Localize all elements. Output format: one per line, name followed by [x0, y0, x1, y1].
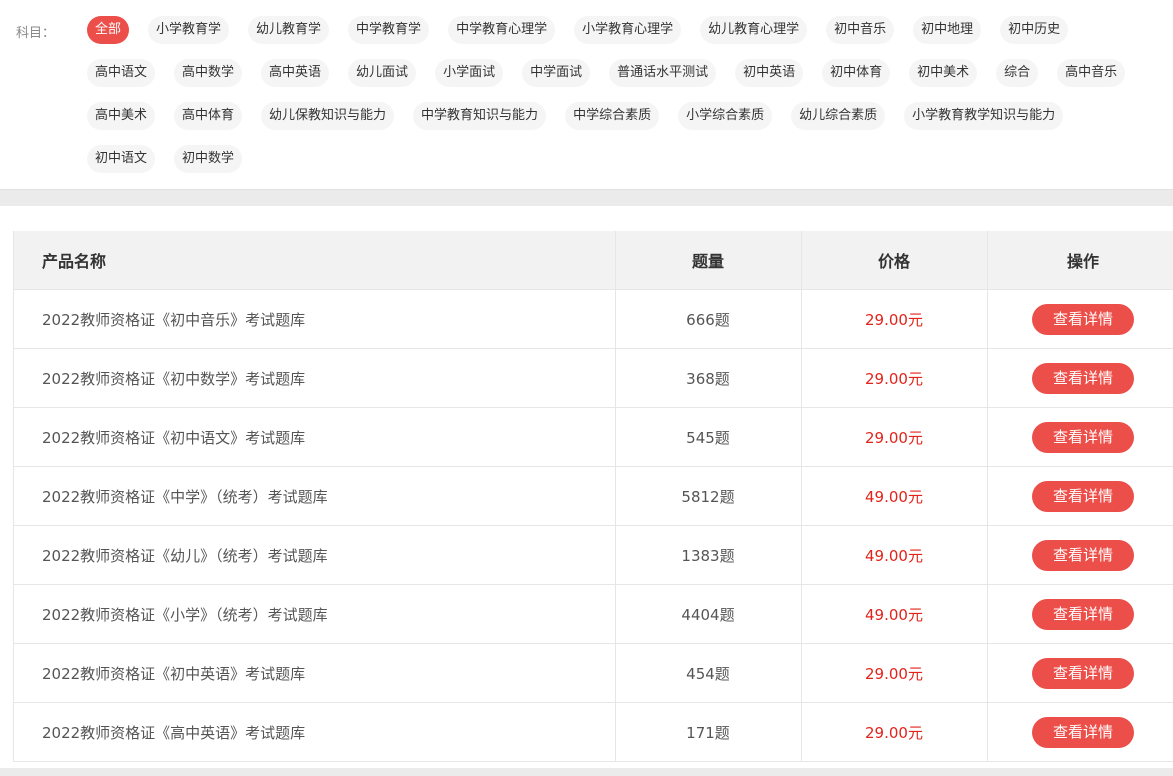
view-details-button[interactable]: 查看详情: [1032, 480, 1134, 512]
subject-tag[interactable]: 小学教育心理学: [574, 16, 682, 44]
action-cell: 查看详情: [987, 348, 1173, 408]
table-row: 2022教师资格证《初中英语》考试题库 454题 29.00元 查看详情: [14, 643, 1173, 703]
subject-tag[interactable]: 小学教育学: [148, 16, 230, 44]
subject-tag[interactable]: 幼儿教育心理学: [700, 16, 808, 44]
subject-tag[interactable]: 幼儿教育学: [248, 16, 330, 44]
table-row: 2022教师资格证《小学》（统考）考试题库 4404题 49.00元 查看详情: [14, 584, 1173, 644]
price-cell: 29.00元: [801, 643, 988, 703]
product-table: 产品名称 题量 价格 操作 2022教师资格证《初中音乐》考试题库 666题 29.…: [13, 231, 1173, 762]
price-cell: 29.00元: [801, 348, 988, 408]
header-price: 价格: [801, 231, 988, 290]
question-count-cell: 1383题: [615, 525, 802, 585]
product-name-cell: 2022教师资格证《初中数学》考试题库: [14, 348, 616, 408]
price-cell: 49.00元: [801, 525, 988, 585]
subject-tag[interactable]: 中学教育知识与能力: [413, 102, 547, 130]
table-row: 2022教师资格证《初中音乐》考试题库 666题 29.00元 查看详情: [14, 289, 1173, 349]
view-details-button[interactable]: 查看详情: [1032, 716, 1134, 748]
subject-tag[interactable]: 幼儿保教知识与能力: [261, 102, 395, 130]
action-cell: 查看详情: [987, 584, 1173, 644]
subject-tag[interactable]: 中学面试: [522, 59, 591, 87]
bottom-divider: [0, 768, 1173, 776]
product-name-cell: 2022教师资格证《小学》（统考）考试题库: [14, 584, 616, 644]
question-count-cell: 368题: [615, 348, 802, 408]
product-name-cell: 2022教师资格证《高中英语》考试题库: [14, 702, 616, 761]
view-details-button[interactable]: 查看详情: [1032, 421, 1134, 453]
filter-label: 科目：: [16, 26, 56, 41]
product-name-cell: 2022教师资格证《初中语文》考试题库: [14, 407, 616, 467]
subject-tag[interactable]: 幼儿综合素质: [791, 102, 886, 130]
price-cell: 29.00元: [801, 702, 988, 761]
subject-tag[interactable]: 全部: [87, 16, 130, 44]
question-count-cell: 171题: [615, 702, 802, 761]
subject-tag[interactable]: 初中历史: [1000, 16, 1069, 44]
subject-tag[interactable]: 初中语文: [87, 145, 156, 173]
subject-tag-list: 全部 小学教育学 幼儿教育学 中学教育学 中学教育心理学 小学教育心理学 幼儿教育心理学 初中…: [82, 16, 1152, 188]
subject-tag[interactable]: 初中数学: [174, 145, 243, 173]
subject-tag[interactable]: 普通话水平测试: [609, 59, 717, 87]
subject-tag[interactable]: 高中数学: [174, 59, 243, 87]
subject-tag[interactable]: 小学综合素质: [678, 102, 773, 130]
question-count-cell: 545题: [615, 407, 802, 467]
subject-tag[interactable]: 中学教育学: [348, 16, 430, 44]
action-cell: 查看详情: [987, 702, 1173, 761]
action-cell: 查看详情: [987, 466, 1173, 526]
subject-tag[interactable]: 高中美术: [87, 102, 156, 130]
table-row: 2022教师资格证《初中数学》考试题库 368题 29.00元 查看详情: [14, 348, 1173, 408]
action-cell: 查看详情: [987, 525, 1173, 585]
subject-tag[interactable]: 初中美术: [909, 59, 978, 87]
subject-tag[interactable]: 高中英语: [261, 59, 330, 87]
price-cell: 29.00元: [801, 407, 988, 467]
question-count-cell: 4404题: [615, 584, 802, 644]
subject-tag[interactable]: 高中音乐: [1057, 59, 1126, 87]
subject-tag[interactable]: 高中体育: [174, 102, 243, 130]
header-product-name: 产品名称: [14, 231, 616, 290]
price-cell: 49.00元: [801, 466, 988, 526]
product-name-cell: 2022教师资格证《初中英语》考试题库: [14, 643, 616, 703]
product-name-cell: 2022教师资格证《初中音乐》考试题库: [14, 289, 616, 349]
action-cell: 查看详情: [987, 643, 1173, 703]
subject-tag[interactable]: 幼儿面试: [348, 59, 417, 87]
table-header-row: 产品名称 题量 价格 操作: [14, 231, 1173, 290]
table-row: 2022教师资格证《中学》（统考）考试题库 5812题 49.00元 查看详情: [14, 466, 1173, 526]
price-cell: 49.00元: [801, 584, 988, 644]
subject-tag[interactable]: 高中语文: [87, 59, 156, 87]
question-count-cell: 5812题: [615, 466, 802, 526]
action-cell: 查看详情: [987, 407, 1173, 467]
view-details-button[interactable]: 查看详情: [1032, 362, 1134, 394]
view-details-button[interactable]: 查看详情: [1032, 539, 1134, 571]
subject-tag[interactable]: 中学综合素质: [565, 102, 660, 130]
table-row: 2022教师资格证《幼儿》（统考）考试题库 1383题 49.00元 查看详情: [14, 525, 1173, 585]
subject-tag[interactable]: 中学教育心理学: [448, 16, 556, 44]
product-name-cell: 2022教师资格证《幼儿》（统考）考试题库: [14, 525, 616, 585]
header-question-count: 题量: [615, 231, 802, 290]
table-row: 2022教师资格证《初中语文》考试题库 545题 29.00元 查看详情: [14, 407, 1173, 467]
question-count-cell: 454题: [615, 643, 802, 703]
header-action: 操作: [987, 231, 1173, 290]
table-row: 2022教师资格证《高中英语》考试题库 171题 29.00元 查看详情: [14, 702, 1173, 761]
subject-tag[interactable]: 初中音乐: [826, 16, 895, 44]
view-details-button[interactable]: 查看详情: [1032, 598, 1134, 630]
subject-tag[interactable]: 初中英语: [735, 59, 804, 87]
question-count-cell: 666题: [615, 289, 802, 349]
price-cell: 29.00元: [801, 289, 988, 349]
product-name-cell: 2022教师资格证《中学》（统考）考试题库: [14, 466, 616, 526]
subject-filter: 科目： 全部 小学教育学 幼儿教育学 中学教育学 中学教育心理学 小学教育心理学 幼儿教育心…: [0, 0, 1173, 189]
subject-tag[interactable]: 初中体育: [822, 59, 891, 87]
view-details-button[interactable]: 查看详情: [1032, 657, 1134, 689]
view-details-button[interactable]: 查看详情: [1032, 303, 1134, 335]
subject-tag[interactable]: 初中地理: [913, 16, 982, 44]
section-divider: [0, 189, 1173, 206]
subject-tag[interactable]: 综合: [996, 59, 1039, 87]
action-cell: 查看详情: [987, 289, 1173, 349]
subject-tag[interactable]: 小学教育教学知识与能力: [904, 102, 1064, 130]
subject-tag[interactable]: 小学面试: [435, 59, 504, 87]
